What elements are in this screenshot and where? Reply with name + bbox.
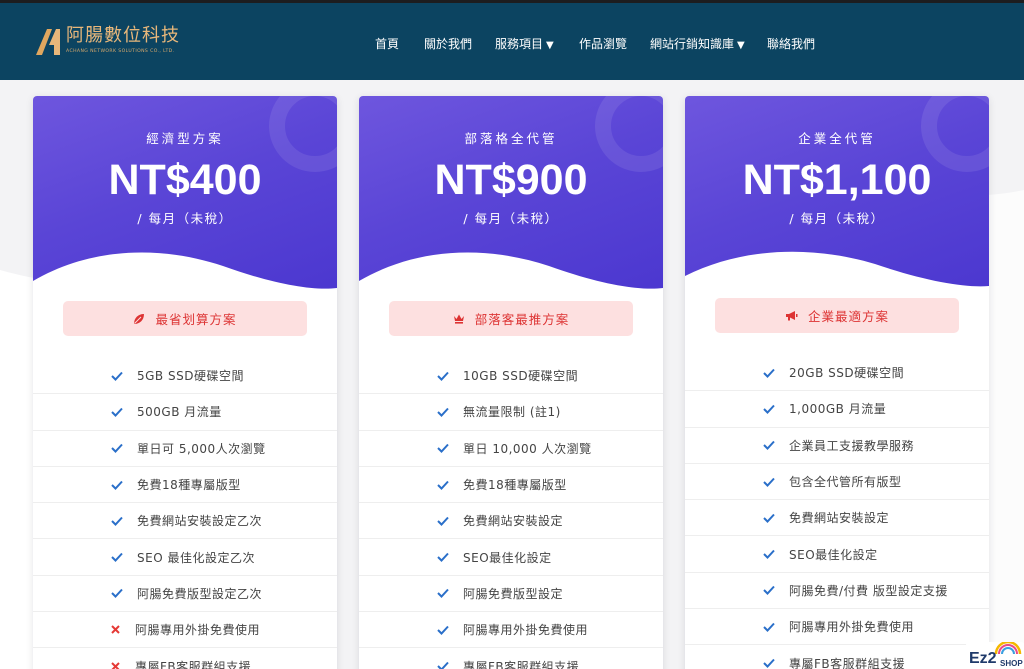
list-item: 企業員工支援教學服務 — [685, 428, 989, 464]
check-icon — [763, 585, 777, 596]
plan-card-blog: 部落格全代管 NT$900 / 每月（未稅） 部落客最推方案 10GB SSD硬… — [359, 96, 663, 669]
list-item: 免費18種專屬版型 — [33, 467, 337, 504]
leaf-icon — [134, 313, 145, 324]
ez2shop-logo-icon: Ez2 SHOP — [966, 640, 1024, 669]
cross-icon — [111, 625, 125, 634]
list-item: 單日可 5,000人次瀏覽 — [33, 431, 337, 467]
ez2shop-logo-text: Ez2 — [969, 650, 997, 667]
cross-icon — [111, 661, 125, 669]
check-icon — [437, 407, 451, 417]
nav-item-knowledge[interactable]: 網站行銷知識庫 ▼ — [650, 36, 745, 54]
check-icon — [437, 588, 451, 599]
list-item: 專屬FB客服群組支援 — [33, 648, 337, 669]
megaphone-icon — [785, 311, 798, 321]
plan-card-economy: 經濟型方案 NT$400 / 每月（未稅） 最省划算方案 5GB SSD硬碟空間… — [33, 96, 337, 669]
plan-badge: 部落客最推方案 — [389, 301, 633, 336]
plan-period: / 每月（未稅） — [463, 211, 559, 226]
check-icon — [111, 552, 125, 563]
feature-list: 5GB SSD硬碟空間 500GB 月流量 單日可 5,000人次瀏覽 免費18… — [33, 358, 337, 669]
check-icon — [437, 443, 451, 454]
check-icon — [111, 443, 125, 454]
list-item: 專屬FB客服群組支援 — [359, 648, 663, 669]
check-icon — [437, 516, 451, 526]
main-nav: 首頁 關於我們 服務項目 ▼ 作品瀏覽 網站行銷知識庫 ▼ 聯絡我們 — [0, 3, 1024, 83]
list-item: 5GB SSD硬碟空間 — [33, 358, 337, 395]
list-item: 阿腸免費版型設定 — [359, 576, 663, 613]
plan-name: 部落格全代管 — [464, 131, 558, 146]
check-icon — [763, 658, 777, 668]
nav-item-portfolio[interactable]: 作品瀏覽 — [579, 36, 627, 52]
plan-card-header: 企業全代管 NT$1,100 / 每月（未稅） — [685, 96, 989, 306]
feature-list: 20GB SSD硬碟空間 1,000GB 月流量 企業員工支援教學服務 包含全代… — [685, 355, 989, 669]
check-icon — [763, 622, 777, 632]
chevron-down-icon: ▼ — [737, 40, 745, 51]
plan-name: 經濟型方案 — [146, 131, 224, 146]
check-icon — [763, 368, 777, 378]
list-item: 10GB SSD硬碟空間 — [359, 358, 663, 395]
plan-period: / 每月（未稅） — [137, 211, 233, 226]
plan-card-header: 經濟型方案 NT$400 / 每月（未稅） — [33, 96, 337, 306]
check-icon — [437, 661, 451, 669]
plan-card-enterprise: 企業全代管 NT$1,100 / 每月（未稅） 企業最適方案 20GB SSD硬… — [685, 96, 989, 669]
check-icon — [763, 549, 777, 560]
plan-card-header: 部落格全代管 NT$900 / 每月（未稅） — [359, 96, 663, 306]
check-icon — [111, 516, 125, 526]
list-item: 阿腸專用外掛免費使用 — [685, 609, 989, 646]
check-icon — [763, 477, 777, 487]
chevron-down-icon: ▼ — [546, 40, 554, 51]
list-item: 500GB 月流量 — [33, 394, 337, 431]
site-header: 阿腸數位科技 ACHANG NETWORK SOLUTIONS CO., LTD… — [0, 0, 1024, 80]
list-item: 免費網站安裝設定 — [685, 500, 989, 537]
check-icon — [111, 588, 125, 599]
plan-price: NT$900 — [434, 156, 588, 204]
plan-price: NT$1,100 — [742, 156, 932, 204]
list-item: 20GB SSD硬碟空間 — [685, 355, 989, 392]
list-item: SEO最佳化設定 — [359, 539, 663, 576]
check-icon — [437, 371, 451, 381]
plan-badge: 企業最適方案 — [715, 298, 959, 333]
list-item: 1,000GB 月流量 — [685, 391, 989, 428]
check-icon — [111, 480, 125, 490]
list-item: 阿腸專用外掛免費使用 — [359, 612, 663, 649]
plan-price: NT$400 — [108, 156, 262, 204]
list-item: 免費網站安裝設定 — [359, 503, 663, 540]
nav-item-about[interactable]: 關於我們 — [424, 36, 472, 52]
crown-icon — [453, 314, 464, 324]
list-item: 阿腸免費版型設定乙次 — [33, 576, 337, 613]
list-item: 包含全代管所有版型 — [685, 464, 989, 501]
ez2shop-widget[interactable]: Ez2 SHOP — [966, 640, 1024, 669]
check-icon — [437, 552, 451, 563]
check-icon — [111, 371, 125, 381]
check-icon — [763, 513, 777, 523]
plan-period: / 每月（未稅） — [789, 211, 885, 226]
list-item: 阿腸免費/付費 版型設定支援 — [685, 573, 989, 610]
list-item: SEO 最佳化設定乙次 — [33, 539, 337, 576]
plan-name: 企業全代管 — [798, 131, 876, 146]
check-icon — [111, 407, 125, 417]
list-item: 無流量限制 (註1) — [359, 394, 663, 431]
check-icon — [437, 480, 451, 490]
plan-badge: 最省划算方案 — [63, 301, 307, 336]
list-item: 專屬FB客服群組支援 — [685, 645, 989, 669]
list-item: 免費18種專屬版型 — [359, 467, 663, 504]
list-item: 免費網站安裝設定乙次 — [33, 503, 337, 540]
check-icon — [437, 625, 451, 635]
check-icon — [763, 404, 777, 414]
nav-item-services[interactable]: 服務項目 ▼ — [495, 36, 554, 54]
check-icon — [763, 440, 777, 451]
nav-item-contact[interactable]: 聯絡我們 — [767, 36, 815, 52]
feature-list: 10GB SSD硬碟空間 無流量限制 (註1) 單日 10,000 人次瀏覽 免… — [359, 358, 663, 669]
list-item: 阿腸專用外掛免費使用 — [33, 612, 337, 649]
list-item: SEO最佳化設定 — [685, 536, 989, 573]
nav-item-home[interactable]: 首頁 — [375, 36, 399, 52]
ez2shop-logo-sub: SHOP — [1000, 659, 1023, 668]
list-item: 單日 10,000 人次瀏覽 — [359, 431, 663, 467]
